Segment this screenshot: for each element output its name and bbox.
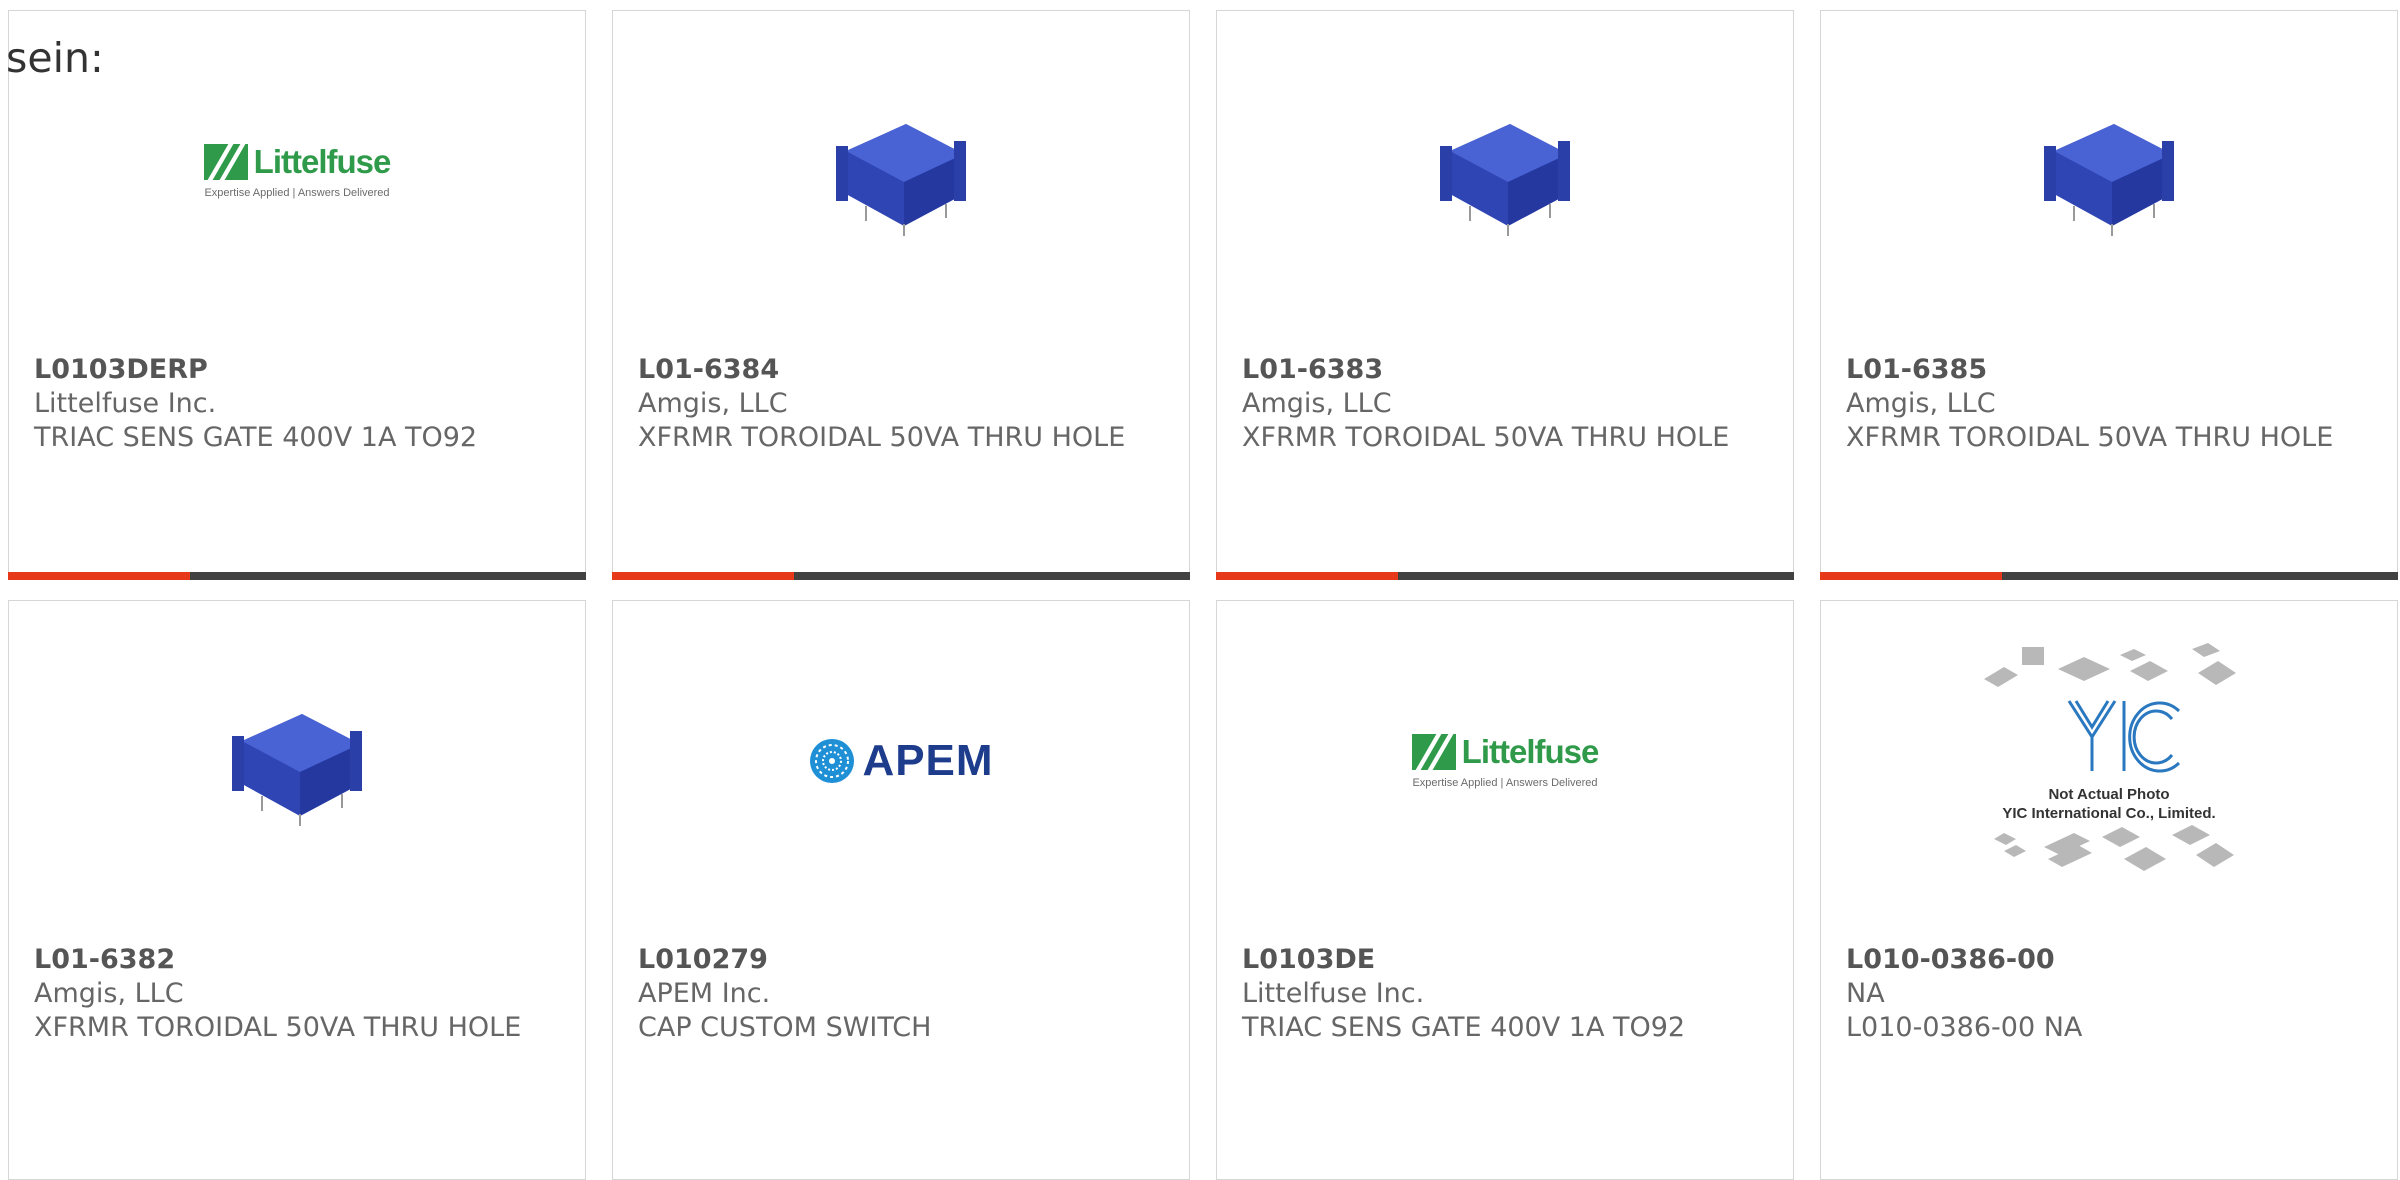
product-image [613,71,1189,271]
placeholder-line2: YIC International Co., Limited. [2002,805,2215,822]
part-number[interactable]: L01-6385 [1846,353,2377,387]
part-number[interactable]: L010-0386-00 [1846,943,2377,977]
littelfuse-mark-icon [1411,734,1456,770]
description: XFRMR TOROIDAL 50VA THRU HOLE [34,1012,522,1043]
transformer-photo-icon [2044,124,2174,236]
card-accent-bar [8,572,586,580]
product-image: Littelfuse Expertise Applied | Answers D… [9,71,585,271]
part-number[interactable]: L010279 [638,943,1169,977]
transformer-photo-icon [232,714,362,826]
part-number[interactable]: L0103DE [1242,943,1773,977]
description: CAP CUSTOM SWITCH [638,1012,932,1043]
manufacturer: Amgis, LLC [34,978,184,1009]
manufacturer: Littelfuse Inc. [1242,978,1425,1009]
card-accent-bar [1820,572,2398,580]
manufacturer: Amgis, LLC [1846,388,1996,419]
transformer-photo-icon [1440,124,1570,236]
product-card[interactable]: L01-6383 Amgis, LLC XFRMR TOROIDAL 50VA … [1216,10,1794,580]
product-card[interactable]: L01-6384 Amgis, LLC XFRMR TOROIDAL 50VA … [612,10,1190,580]
manufacturer: Amgis, LLC [638,388,788,419]
littelfuse-mark-icon [203,144,248,180]
description: TRIAC SENS GATE 400V 1A TO92 [34,422,478,453]
description: XFRMR TOROIDAL 50VA THRU HOLE [1242,422,1730,453]
logo-name: APEM [862,736,994,785]
description: TRIAC SENS GATE 400V 1A TO92 [1242,1012,1686,1043]
manufacturer: APEM Inc. [638,978,771,1009]
card-accent-bar [612,572,1190,580]
part-number[interactable]: L0103DERP [34,353,565,387]
apem-globe-icon [810,739,855,783]
product-image [9,661,585,861]
transformer-photo-icon [836,124,966,236]
product-grid: Littelfuse Expertise Applied | Answers D… [8,10,2398,1180]
product-image: Not Actual Photo YIC International Co., … [1821,643,2397,871]
product-card[interactable]: L01-6382 Amgis, LLC XFRMR TOROIDAL 50VA … [8,600,586,1180]
product-card[interactable]: APEM L010279 APEM Inc. CAP CUSTOM SWITCH [612,600,1190,1180]
part-number[interactable]: L01-6382 [34,943,565,977]
part-number[interactable]: L01-6383 [1242,353,1773,387]
apem-logo: APEM [808,736,993,786]
manufacturer: Amgis, LLC [1242,388,1392,419]
logo-name: Littelfuse [253,143,392,180]
littelfuse-logo: Littelfuse Expertise Applied | Answers D… [1411,733,1600,789]
description: L010-0386-00 NA [1846,1012,2083,1043]
logo-name: Littelfuse [1461,733,1600,770]
card-accent-bar [1216,572,1794,580]
manufacturer: NA [1846,978,1885,1009]
product-image: APEM [613,661,1189,861]
manufacturer: Littelfuse Inc. [34,388,217,419]
product-card[interactable]: Littelfuse Expertise Applied | Answers D… [1216,600,1794,1180]
logo-tagline: Expertise Applied | Answers Delivered [1412,777,1598,789]
product-card[interactable]: Not Actual Photo YIC International Co., … [1820,600,2398,1180]
littelfuse-logo: Littelfuse Expertise Applied | Answers D… [203,143,392,199]
logo-tagline: Expertise Applied | Answers Delivered [204,187,390,199]
product-image [1821,71,2397,271]
part-number[interactable]: L01-6384 [638,353,1169,387]
page-heading: sein: [6,34,104,82]
not-actual-photo-placeholder-icon: Not Actual Photo YIC International Co., … [1984,643,2236,871]
product-image: Littelfuse Expertise Applied | Answers D… [1217,661,1793,861]
product-card[interactable]: L01-6385 Amgis, LLC XFRMR TOROIDAL 50VA … [1820,10,2398,580]
placeholder-line1: Not Actual Photo [2048,786,2169,803]
product-card[interactable]: Littelfuse Expertise Applied | Answers D… [8,10,586,580]
description: XFRMR TOROIDAL 50VA THRU HOLE [1846,422,2334,453]
description: XFRMR TOROIDAL 50VA THRU HOLE [638,422,1126,453]
product-image [1217,71,1793,271]
